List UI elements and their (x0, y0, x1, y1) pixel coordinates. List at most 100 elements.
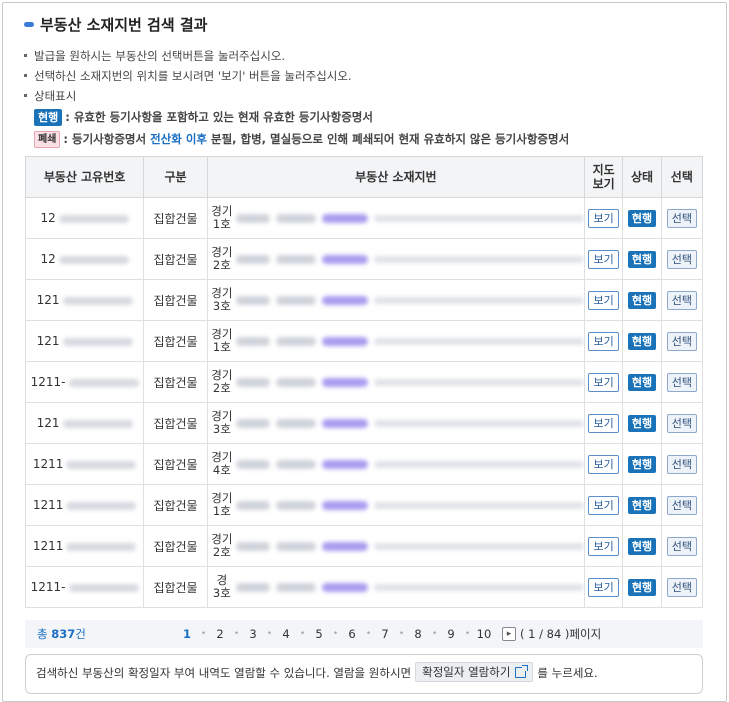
masked-address (373, 214, 584, 222)
page-separator: • (431, 629, 438, 639)
page-separator: • (266, 629, 273, 639)
row-uid: 12 (24, 197, 145, 239)
select-button[interactable]: 선택 (666, 372, 697, 392)
select-button[interactable]: 선택 (666, 290, 697, 310)
results-table: 부동산 고유번호 구분 부동산 소재지번 지도 보기 상태 선택 12 집합건물 경… (24, 156, 704, 608)
select-button[interactable]: 선택 (666, 249, 697, 269)
view-date-button[interactable]: 확정일자 열람하기 (415, 662, 534, 682)
select-button[interactable]: 선택 (666, 331, 697, 351)
page-link[interactable]: 3 (243, 627, 263, 641)
map-view-button[interactable]: 보기 (588, 577, 619, 597)
row-status-cell: 현행 (622, 443, 662, 485)
row-select-cell: 선택 (660, 279, 704, 321)
row-uid-text: 1211 (32, 498, 64, 512)
status-badge: 현행 (627, 291, 657, 309)
masked-address (235, 459, 270, 469)
status-badge: 현행 (627, 332, 657, 350)
row-type: 집합건물 (143, 525, 208, 567)
masked-address (373, 583, 584, 591)
row-status-cell: 현행 (622, 566, 662, 608)
row-address-line1: 경기 (211, 204, 233, 218)
row-status-cell: 현행 (622, 197, 662, 239)
row-uid-text: 1211- (30, 375, 66, 389)
select-button[interactable]: 선택 (666, 413, 697, 433)
row-select-cell: 선택 (660, 484, 704, 526)
map-view-button[interactable]: 보기 (588, 454, 619, 474)
masked-address (275, 582, 316, 592)
masked-address (321, 377, 368, 387)
select-button[interactable]: 선택 (666, 536, 697, 556)
select-button[interactable]: 선택 (666, 454, 697, 474)
col-map-line2: 보기 (592, 177, 615, 191)
table-row: 121 집합건물 경기 3호 보기 현행 선택 (24, 402, 704, 444)
note-map: 선택하신 소재지번의 위치를 보시려면 '보기' 버튼을 눌러주십시오. (24, 66, 569, 86)
page-link[interactable]: 2 (210, 627, 230, 641)
row-status-cell: 현행 (622, 402, 662, 444)
map-view-button[interactable]: 보기 (588, 536, 619, 556)
status-badge: 현행 (627, 455, 657, 473)
map-view-button[interactable]: 보기 (588, 249, 619, 269)
status-badge: 현행 (627, 209, 657, 227)
row-status-cell: 현행 (622, 279, 662, 321)
current-badge: 현행 (34, 108, 63, 126)
row-address: 경기 2호 (206, 238, 585, 280)
row-address-line2: 1호 (212, 217, 231, 231)
page-link[interactable]: 1 (177, 627, 197, 641)
page-separator: • (464, 629, 471, 639)
page-link[interactable]: 10 (474, 627, 494, 641)
row-type: 집합건물 (143, 197, 208, 239)
current-legend-text: : 유효한 등기사항을 포함하고 있는 현재 유효한 등기사항증명서 (65, 110, 373, 124)
masked-uid (58, 214, 129, 223)
row-type: 집합건물 (143, 443, 208, 485)
page-link[interactable]: 6 (342, 627, 362, 641)
row-type: 집합건물 (143, 361, 208, 403)
row-type: 집합건물 (143, 566, 208, 608)
page-link[interactable]: 8 (408, 627, 428, 641)
table-row: 1211 집합건물 경기 2호 보기 현행 선택 (24, 525, 704, 567)
masked-address (373, 542, 584, 550)
masked-address (235, 418, 270, 428)
col-map: 지도 보기 (583, 156, 624, 198)
map-view-button[interactable]: 보기 (588, 413, 619, 433)
info-box: 검색하신 부동산의 확정일자 부여 내역도 열람할 수 있습니다. 열람을 원하… (25, 654, 703, 694)
view-date-button-label: 확정일자 열람하기 (422, 665, 511, 679)
map-view-button[interactable]: 보기 (588, 372, 619, 392)
row-address-line2: 2호 (212, 258, 231, 272)
row-select-cell: 선택 (660, 238, 704, 280)
row-uid-text: 1211 (32, 457, 64, 471)
select-button[interactable]: 선택 (666, 495, 697, 515)
select-button[interactable]: 선택 (666, 577, 697, 597)
total-unit: 건 (75, 627, 86, 641)
masked-uid (62, 337, 133, 346)
chevron-right-icon[interactable]: ▸ (502, 627, 516, 641)
page-link[interactable]: 4 (276, 627, 296, 641)
row-address: 경 3호 (206, 566, 585, 608)
row-address-line1: 경 (216, 573, 228, 587)
masked-address (321, 541, 368, 551)
map-view-button[interactable]: 보기 (588, 495, 619, 515)
row-uid-text: 1211- (30, 580, 66, 594)
masked-uid (58, 255, 129, 264)
page-link[interactable]: 5 (309, 627, 329, 641)
row-select-cell: 선택 (660, 566, 704, 608)
row-address-line1: 경기 (211, 409, 233, 423)
masked-address (235, 213, 270, 223)
masked-address (373, 255, 584, 263)
row-address-line1: 경기 (211, 491, 233, 505)
masked-address (235, 336, 270, 346)
row-address-line1: 경기 (211, 245, 233, 259)
row-uid: 1211- (24, 361, 145, 403)
map-view-button[interactable]: 보기 (588, 331, 619, 351)
map-view-button[interactable]: 보기 (588, 290, 619, 310)
col-status: 상태 (622, 156, 662, 198)
page-link[interactable]: 7 (375, 627, 395, 641)
page-link[interactable]: 9 (441, 627, 461, 641)
select-button[interactable]: 선택 (666, 208, 697, 228)
table-row: 1211 집합건물 경기 1호 보기 현행 선택 (24, 484, 704, 526)
row-uid: 121 (24, 402, 145, 444)
closed-legend-highlight: 전산화 이후 (150, 132, 207, 146)
row-uid: 1211- (24, 566, 145, 608)
row-uid: 121 (24, 320, 145, 362)
row-address: 경기 1호 (206, 197, 585, 239)
map-view-button[interactable]: 보기 (588, 208, 619, 228)
